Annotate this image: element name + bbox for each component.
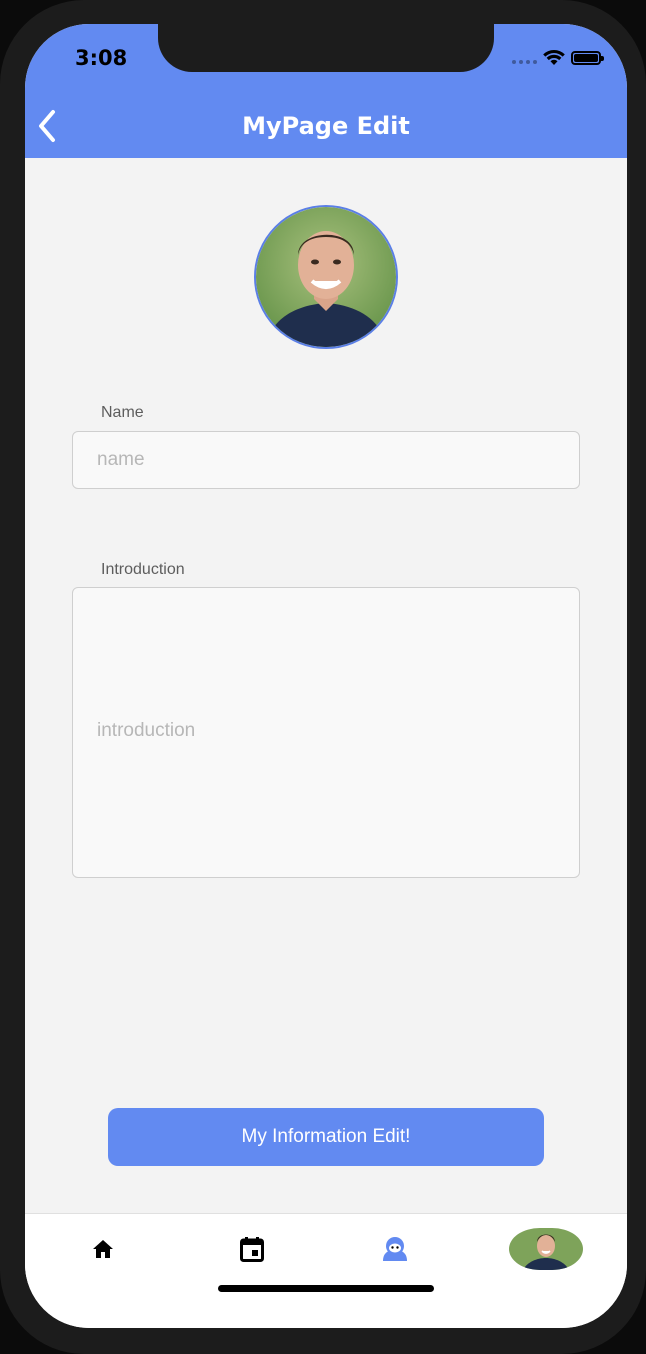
name-label: Name [101,404,144,421]
my-information-edit-button[interactable]: My Information Edit! [108,1108,544,1166]
cellular-signal-icon [512,52,537,64]
device-notch [158,24,494,72]
tab-community[interactable] [375,1226,415,1272]
battery-icon [571,51,604,65]
status-time: 3:08 [75,46,128,70]
tab-profile[interactable] [509,1228,583,1270]
home-icon [93,1240,113,1258]
home-indicator [218,1285,434,1292]
bottom-tab-bar [25,1213,627,1328]
character-icon [383,1237,407,1261]
profile-avatar[interactable] [254,205,398,349]
page-title: MyPage Edit [242,112,410,140]
tab-calendar[interactable] [232,1226,272,1272]
avatar-photo [256,207,396,347]
tab-home[interactable] [83,1226,123,1272]
status-icons [512,50,604,66]
wifi-icon [543,50,565,65]
app-screen: 3:08 MyPage Edit Name name Introduction … [25,24,627,1328]
device-frame: 3:08 MyPage Edit Name name Introduction … [0,0,646,1354]
introduction-input[interactable] [72,587,580,878]
name-input[interactable] [72,431,580,489]
calendar-icon [240,1237,264,1262]
profile-avatar [509,1228,583,1270]
introduction-label: Introduction [101,561,185,578]
